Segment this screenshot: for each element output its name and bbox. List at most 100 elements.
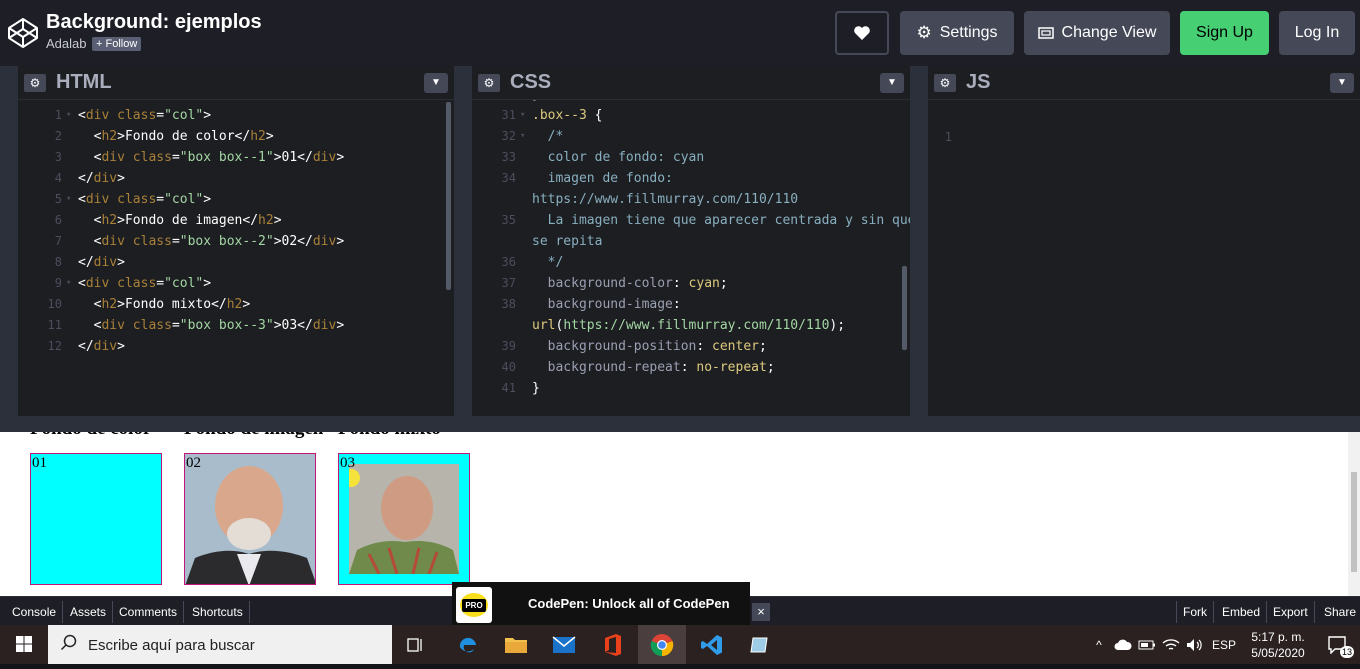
taskbar-vscode[interactable] — [688, 625, 736, 664]
css-code-area[interactable]: 30}31▾.box--3 {32▾ /*33 color de fondo: … — [472, 100, 910, 416]
code-token: La imagen tiene que aparecer centrada y … — [532, 213, 910, 228]
html-scrollbar[interactable] — [446, 102, 451, 290]
sign-up-button[interactable]: Sign Up — [1180, 11, 1269, 55]
settings-label: Settings — [939, 24, 998, 41]
code-line: 33 color de fondo: cyan — [472, 147, 892, 168]
preview-scroll-thumb[interactable] — [1351, 472, 1357, 572]
html-settings-gear-icon[interactable]: ⚙ — [24, 74, 46, 92]
html-css-resizer[interactable] — [454, 66, 472, 416]
js-settings-gear-icon[interactable]: ⚙ — [934, 74, 956, 92]
code-line: 3 <div class="box box--1">01</div> — [18, 147, 438, 168]
code-token: ; — [719, 276, 728, 291]
code-token: > — [273, 213, 282, 228]
code-token: div — [101, 234, 125, 249]
code-token: cyan — [688, 276, 720, 291]
code-token: </ — [297, 150, 313, 165]
fold-arrow-icon[interactable]: ▾ — [520, 105, 525, 126]
css-js-resizer[interactable] — [910, 66, 928, 416]
export-button[interactable]: Export — [1267, 601, 1315, 623]
code-line: 41} — [472, 378, 892, 399]
console-button[interactable]: Console — [6, 601, 64, 623]
notifications-button[interactable]: 13 — [1318, 625, 1358, 664]
vscode-icon — [701, 634, 722, 655]
code-text: /* — [532, 126, 564, 147]
preview-scrollbar[interactable] — [1348, 432, 1360, 596]
code-text: <div class="col"> — [78, 189, 211, 210]
fold-arrow-icon[interactable]: ▾ — [520, 126, 525, 147]
code-line: 36 */ — [472, 252, 892, 273]
author-name[interactable]: Adalab — [46, 36, 86, 51]
js-code-area[interactable]: 1 — [928, 100, 1360, 416]
log-in-button[interactable]: Log In — [1279, 11, 1355, 55]
js-pane-title: JS — [966, 71, 991, 93]
shortcuts-button[interactable]: Shortcuts — [186, 601, 250, 623]
gear-icon: ⚙ — [916, 23, 932, 42]
html-code-area[interactable]: 1 ▾ <div class="col"> 2 <h2>Fondo de color<… — [18, 100, 454, 416]
code-token: div — [312, 150, 337, 165]
fork-button[interactable]: Fork — [1176, 601, 1214, 623]
folder-icon — [505, 637, 527, 653]
clock[interactable]: 5:17 p. m. 5/05/2020 — [1246, 629, 1310, 661]
css-collapse-chevron-down-icon[interactable]: ▼ — [880, 73, 904, 93]
code-token: 02 — [281, 234, 298, 249]
code-token: "col" — [164, 192, 204, 207]
fold-arrow-icon[interactable]: ▾ — [66, 273, 71, 294]
code-token: h2 — [101, 297, 118, 312]
taskbar-app[interactable] — [736, 625, 784, 664]
preview-heading: Fondo mixto — [338, 432, 441, 440]
taskbar-search-box[interactable]: Escribe aquí para buscar — [48, 625, 392, 664]
start-button[interactable] — [0, 625, 48, 664]
comments-button[interactable]: Comments — [113, 601, 185, 623]
codepen-logo-icon[interactable] — [6, 16, 40, 50]
code-token: div — [93, 339, 118, 354]
code-line: 8 </div> — [18, 252, 438, 273]
fold-arrow-icon[interactable]: ▾ — [66, 189, 71, 210]
settings-button[interactable]: ⚙ Settings — [900, 11, 1014, 55]
promo-close-icon[interactable]: × — [752, 603, 770, 621]
taskbar-office[interactable] — [589, 625, 637, 664]
change-view-button[interactable]: Change View — [1024, 11, 1170, 55]
onedrive-cloud-icon[interactable] — [1112, 625, 1134, 664]
code-token: > — [336, 318, 345, 333]
love-button[interactable] — [835, 11, 889, 55]
wifi-icon[interactable] — [1160, 625, 1182, 664]
editor-preview-resizer[interactable] — [0, 416, 1360, 432]
change-view-label: Change View — [1061, 24, 1157, 41]
taskbar-edge[interactable] — [444, 625, 492, 664]
follow-button[interactable]: + Follow — [92, 37, 142, 51]
taskbar-file-explorer[interactable] — [492, 625, 540, 664]
share-button[interactable]: Share — [1318, 601, 1360, 623]
line-number: 35 — [501, 213, 516, 227]
code-token: "box box--3" — [179, 318, 274, 333]
code-token: no-repeat — [696, 360, 767, 375]
line-number: 11 — [47, 318, 62, 332]
battery-icon[interactable] — [1136, 625, 1158, 664]
fold-arrow-icon[interactable]: ▾ — [66, 105, 71, 126]
code-line: se repita — [472, 231, 892, 252]
pro-promo-banner[interactable]: PRO CodePen: Unlock all of CodePen — [452, 582, 750, 626]
pen-title[interactable]: Background: ejemplos — [46, 11, 262, 34]
code-line: 6 <h2>Fondo de imagen</h2> — [18, 210, 438, 231]
css-settings-gear-icon[interactable]: ⚙ — [478, 74, 500, 92]
js-collapse-chevron-down-icon[interactable]: ▼ — [1330, 73, 1354, 93]
taskbar-chrome[interactable] — [638, 625, 686, 664]
task-view-button[interactable] — [392, 625, 440, 664]
code-token: h2 — [101, 213, 118, 228]
code-token: "box box--1" — [179, 150, 274, 165]
html-collapse-chevron-down-icon[interactable]: ▼ — [424, 73, 448, 93]
taskbar-mail[interactable] — [540, 625, 588, 664]
assets-button[interactable]: Assets — [64, 601, 114, 623]
volume-icon[interactable] — [1184, 625, 1206, 664]
clock-time: 5:17 p. m. — [1251, 630, 1305, 644]
code-token: : — [672, 297, 681, 312]
code-token: < — [78, 108, 86, 123]
chrome-icon — [650, 633, 674, 656]
line-number: 41 — [501, 381, 516, 395]
code-token: < — [78, 192, 86, 207]
tray-expand-chevron-up-icon[interactable]: ^ — [1090, 625, 1108, 664]
css-scrollbar[interactable] — [902, 266, 907, 350]
embed-button[interactable]: Embed — [1216, 601, 1268, 623]
language-indicator[interactable]: ESP — [1208, 625, 1240, 664]
line-number: 39 — [501, 339, 516, 353]
code-line: 31 ▾ .box--3 { — [472, 105, 892, 126]
